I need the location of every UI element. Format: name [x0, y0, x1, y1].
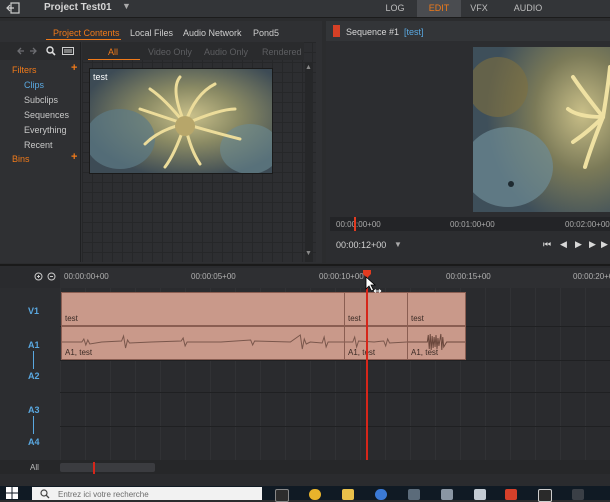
- viewer-playhead[interactable]: [354, 217, 356, 231]
- sequence-title: Sequence #1: [346, 27, 400, 37]
- track-link-line: [33, 416, 34, 434]
- clip-label: A1, test: [411, 348, 439, 357]
- task-view-icon[interactable]: [275, 489, 289, 502]
- zoom-out-icon[interactable]: [47, 272, 57, 282]
- search-icon: [40, 489, 50, 499]
- play-icon[interactable]: ▶: [575, 239, 582, 250]
- tab-edit[interactable]: EDIT: [417, 0, 461, 17]
- viewer-ruler-tc: 00:02:00+00: [565, 220, 610, 229]
- timecode-dropdown-icon[interactable]: ▼: [394, 240, 402, 249]
- track-separator: [60, 392, 610, 393]
- forward-arrow-icon[interactable]: [28, 46, 38, 56]
- clip-thumbnail[interactable]: [89, 68, 273, 174]
- track-a1-label[interactable]: A1: [28, 340, 40, 350]
- track-v1-label[interactable]: V1: [28, 306, 39, 316]
- filter-everything[interactable]: Everything: [24, 125, 67, 135]
- clip-label: test: [411, 314, 424, 323]
- app-icon[interactable]: [474, 489, 486, 500]
- scroll-down-icon[interactable]: ▼: [305, 250, 312, 257]
- timeline-playhead[interactable]: [366, 272, 368, 460]
- media-filter-underline: [88, 59, 140, 60]
- browser-scrollbar[interactable]: [305, 62, 313, 262]
- video-clip[interactable]: test: [61, 292, 345, 326]
- mini-playhead: [93, 462, 95, 474]
- clip-label: A1, test: [348, 348, 376, 357]
- step-forward-icon[interactable]: ▶: [589, 239, 596, 250]
- audio-clip[interactable]: A1, test: [61, 326, 345, 360]
- back-arrow-icon[interactable]: [16, 46, 26, 56]
- tab-audio-network[interactable]: Audio Network: [183, 28, 242, 38]
- timeline-scrollbar[interactable]: [60, 463, 155, 472]
- media-filter-rendered[interactable]: Rendered: [262, 47, 302, 57]
- app-icon[interactable]: [441, 489, 453, 500]
- tab-log[interactable]: LOG: [377, 0, 413, 17]
- app-icon[interactable]: [375, 489, 387, 500]
- mouse-cursor-icon: [364, 276, 382, 294]
- media-filter-all[interactable]: All: [108, 47, 118, 57]
- app-icon[interactable]: [572, 489, 584, 500]
- timeline-ruler-tc: 00:00:15+00: [446, 272, 491, 281]
- filters-heading: Filters: [12, 65, 37, 75]
- sequence-marker-icon: [333, 25, 340, 37]
- timeline-ruler-tc: 00:00:00+00: [64, 272, 109, 281]
- add-bin-button[interactable]: +: [71, 151, 77, 163]
- bins-heading: Bins: [12, 154, 30, 164]
- track-a4-label[interactable]: A4: [28, 437, 40, 447]
- timeline-ruler-tc: 00:00:05+00: [191, 272, 236, 281]
- track-a3-label[interactable]: A3: [28, 405, 40, 415]
- active-tab-underline: [46, 39, 121, 40]
- current-timecode[interactable]: 00:00:12+00: [336, 240, 386, 250]
- scroll-up-icon[interactable]: ▲: [305, 64, 312, 71]
- filter-clips[interactable]: Clips: [24, 80, 44, 90]
- taskbar-search-placeholder: Entrez ici votre recherche: [58, 490, 149, 499]
- audio-clip[interactable]: A1, test: [407, 326, 466, 360]
- project-title[interactable]: Project Test01: [44, 2, 112, 13]
- project-menu-caret-icon[interactable]: ▼: [122, 1, 131, 11]
- track-separator: [60, 426, 610, 427]
- viewer-ruler-tc: 00:00:00+00: [336, 220, 381, 229]
- media-filter-video-only[interactable]: Video Only: [148, 47, 192, 57]
- track-visibility-all[interactable]: All: [30, 463, 39, 472]
- search-icon[interactable]: [46, 46, 56, 56]
- panel-divider: [80, 42, 81, 262]
- go-to-end-icon[interactable]: ▶: [601, 239, 608, 250]
- video-clip[interactable]: test: [407, 292, 466, 326]
- windows-start-icon[interactable]: [6, 487, 18, 499]
- lightworks-icon[interactable]: [505, 489, 517, 500]
- timeline-ruler-tc: 00:00:10+00: [319, 272, 364, 281]
- media-filter-audio-only[interactable]: Audio Only: [204, 47, 248, 57]
- view-mode-icon[interactable]: [62, 46, 74, 56]
- track-a2-label[interactable]: A2: [28, 371, 40, 381]
- file-explorer-icon[interactable]: [342, 489, 354, 500]
- app-icon[interactable]: [538, 489, 552, 502]
- go-to-start-icon[interactable]: ⏮: [543, 239, 551, 250]
- sequence-source-name: [test]: [404, 27, 424, 37]
- tab-vfx[interactable]: VFX: [464, 0, 494, 17]
- clip-label: test: [65, 314, 78, 323]
- zoom-in-icon[interactable]: [34, 272, 44, 282]
- tab-local-files[interactable]: Local Files: [130, 28, 173, 38]
- audio-clip[interactable]: A1, test: [344, 326, 408, 360]
- video-preview[interactable]: [473, 47, 610, 212]
- exit-project-icon[interactable]: [6, 2, 20, 14]
- step-back-icon[interactable]: ◀: [560, 239, 567, 250]
- viewer-ruler-tc: 00:01:00+00: [450, 220, 495, 229]
- clip-name-label: test: [93, 72, 108, 82]
- timeline-ruler-tc: 00:00:20+00: [573, 272, 610, 281]
- clip-label: test: [348, 314, 361, 323]
- app-icon[interactable]: [408, 489, 420, 500]
- filter-sequences[interactable]: Sequences: [24, 110, 69, 120]
- audio-waveform: [62, 334, 344, 350]
- filter-recent[interactable]: Recent: [24, 140, 53, 150]
- clip-label: A1, test: [65, 348, 93, 357]
- video-clip[interactable]: test: [344, 292, 408, 326]
- track-link-line: [33, 351, 34, 369]
- add-filter-button[interactable]: +: [71, 62, 77, 74]
- tab-pond5[interactable]: Pond5: [253, 28, 279, 38]
- tab-project-contents[interactable]: Project Contents: [53, 28, 120, 38]
- filter-subclips[interactable]: Subclips: [24, 95, 58, 105]
- browser-icon[interactable]: [309, 489, 321, 500]
- tab-audio[interactable]: AUDIO: [508, 0, 548, 17]
- track-separator: [60, 360, 610, 361]
